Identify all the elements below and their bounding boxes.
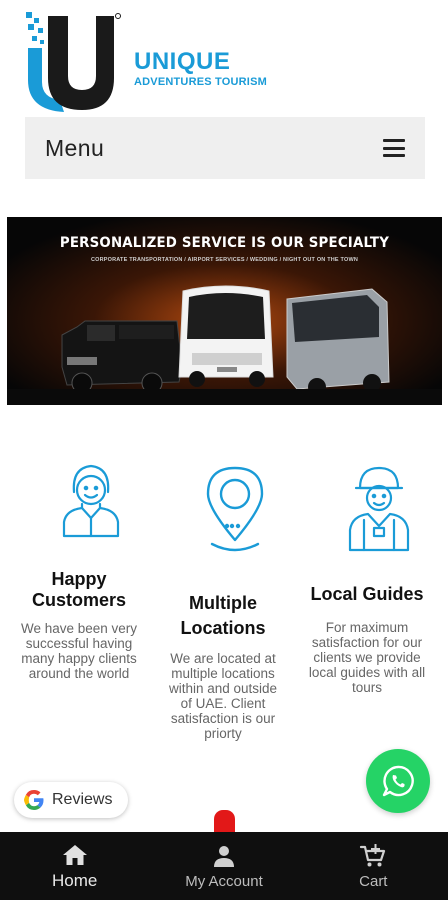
feature-title-local-guides: Local Guides	[310, 584, 424, 604]
nav-home-label: Home	[51, 871, 98, 890]
menu-label: Menu	[45, 134, 105, 161]
account-icon	[213, 846, 234, 867]
google-icon	[24, 790, 44, 810]
whatsapp-button[interactable]	[366, 749, 430, 813]
feature-desc-happy-customers: We have been very successful having many…	[20, 621, 138, 681]
location-pin-icon	[206, 466, 264, 552]
hamburger-icon[interactable]	[383, 139, 405, 157]
unique-logo-icon	[26, 12, 121, 112]
banner-subtitle: CORPORATE TRANSPORTATION / AIRPORT SERVI…	[90, 257, 359, 263]
reviews-label: Reviews	[52, 791, 113, 808]
active-tab-indicator	[214, 810, 235, 832]
home-icon	[62, 845, 87, 865]
cart-icon	[360, 844, 386, 867]
google-reviews-button[interactable]: Reviews	[14, 782, 128, 818]
banner-title: PERSONALIZED SERVICE IS OUR SPECIALTY	[59, 235, 390, 251]
brand-name: UNIQUE	[134, 48, 231, 75]
nav-home[interactable]: Home	[0, 832, 149, 900]
tour-guide-icon	[348, 466, 410, 552]
feature-title-happy-customers: Happy Customers	[31, 569, 127, 610]
brand-tagline: ADVENTURES TOURISM	[134, 76, 267, 88]
happy-customer-icon	[62, 464, 120, 538]
nav-cart[interactable]: Cart	[299, 832, 448, 900]
hero-banner[interactable]: PERSONALIZED SERVICE IS OUR SPECIALTY CO…	[7, 217, 442, 405]
bottom-navigation: Home My Account Cart	[0, 832, 448, 900]
whatsapp-icon	[382, 765, 414, 797]
feature-desc-local-guides: For maximum satisfaction for our clients…	[308, 620, 426, 695]
feature-desc-multiple-locations: We are located at multiple locations wit…	[168, 651, 278, 741]
nav-my-account-label: My Account	[185, 873, 263, 890]
nav-cart-label: Cart	[359, 873, 388, 890]
menu-bar[interactable]: Menu	[25, 117, 425, 179]
feature-title-multiple-locations: Multiple Locations	[180, 593, 266, 638]
nav-my-account[interactable]: My Account	[149, 832, 298, 900]
brand-logo[interactable]: UNIQUE ADVENTURES TOURISM	[24, 10, 284, 114]
